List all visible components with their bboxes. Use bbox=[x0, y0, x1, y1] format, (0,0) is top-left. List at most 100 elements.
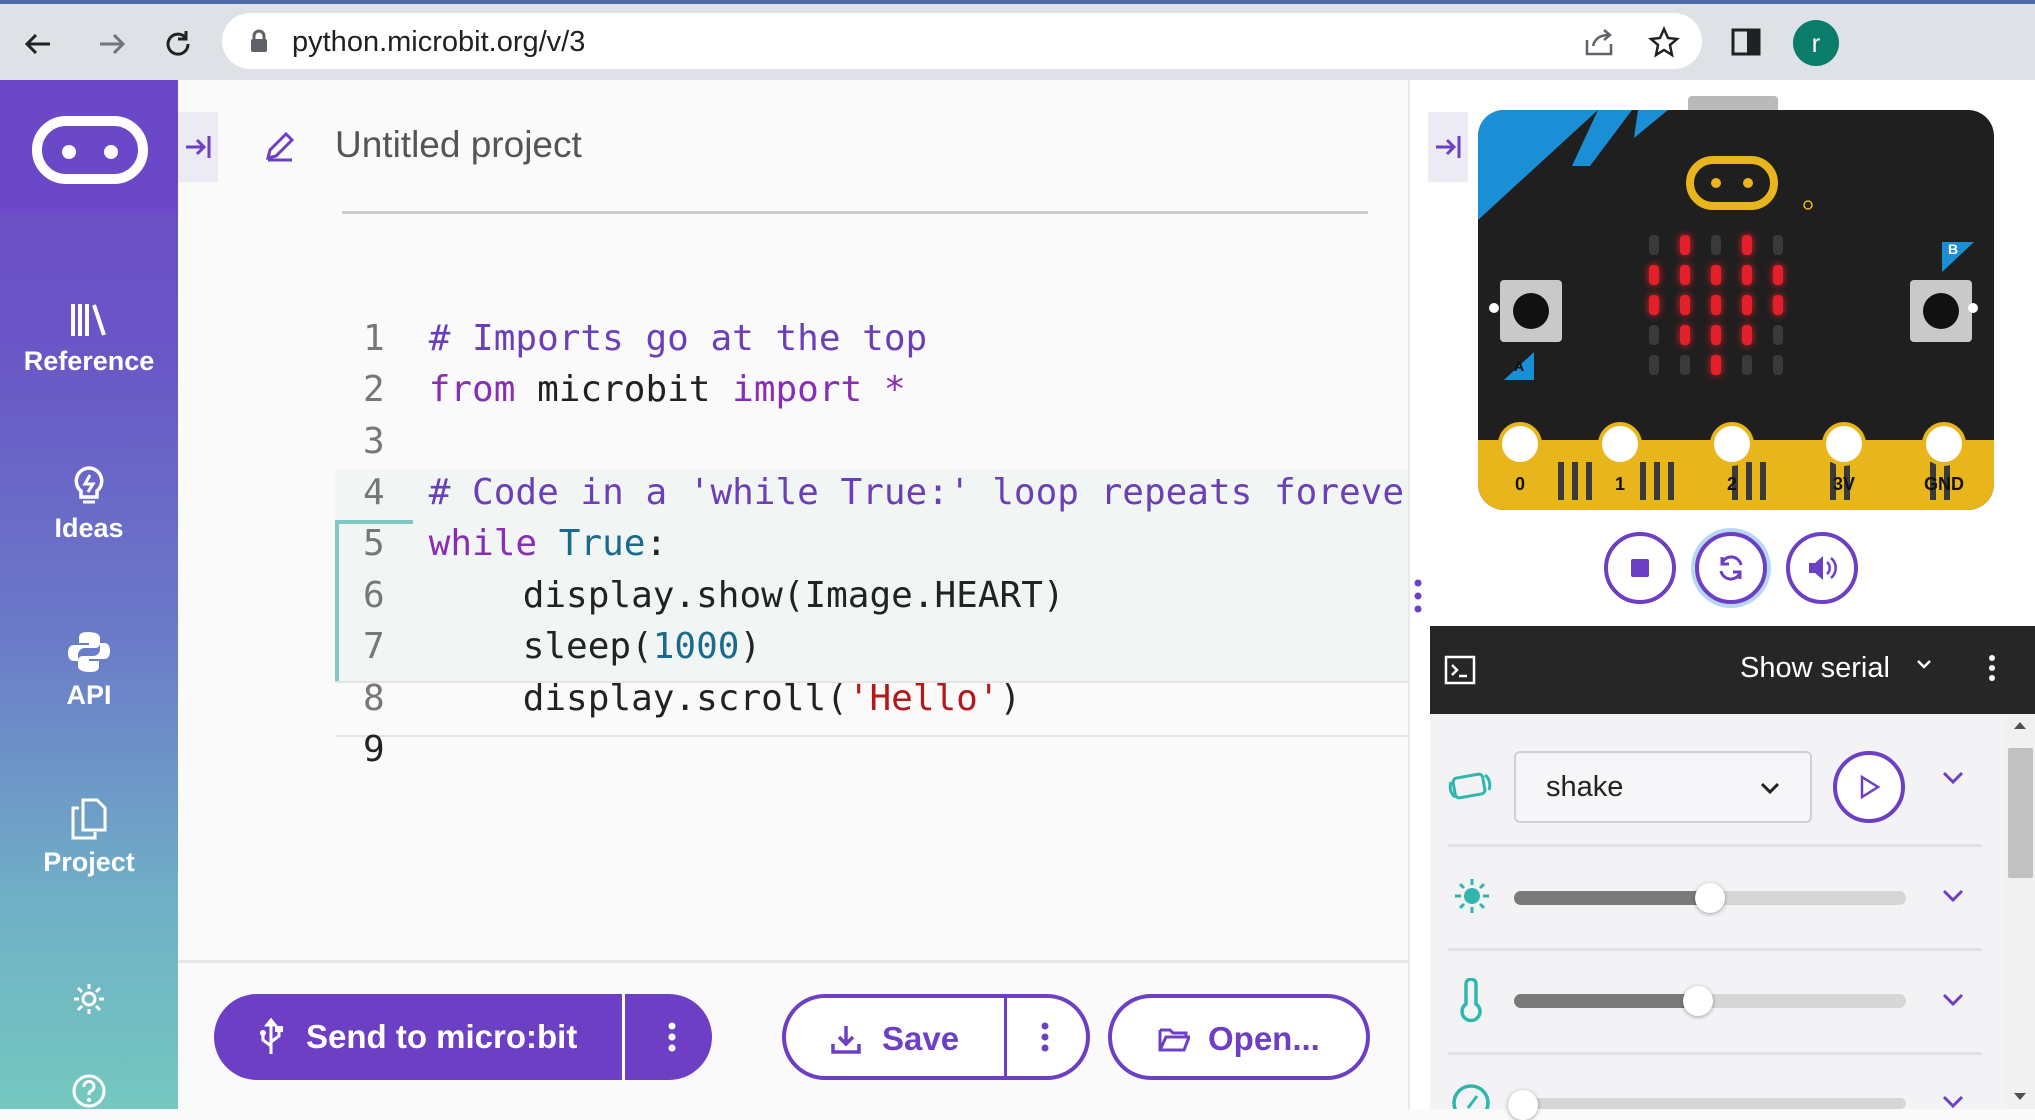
code-keyword: * bbox=[862, 369, 906, 410]
save-more-options-icon[interactable] bbox=[1003, 994, 1087, 1080]
led-off bbox=[1680, 355, 1690, 375]
expand-temperature-chevron-icon[interactable] bbox=[1940, 988, 1966, 1015]
light-level-slider[interactable] bbox=[1514, 883, 1906, 913]
forward-icon[interactable] bbox=[92, 24, 132, 64]
slider-thumb[interactable] bbox=[1695, 883, 1725, 913]
sidebar-item-ideas[interactable]: Ideas bbox=[0, 465, 178, 544]
stop-icon bbox=[1631, 559, 1649, 577]
led-on bbox=[1773, 265, 1783, 285]
expand-compass-chevron-icon[interactable] bbox=[1940, 1090, 1966, 1114]
share-icon[interactable] bbox=[1583, 26, 1615, 63]
collapse-sidebar-button[interactable] bbox=[178, 112, 218, 182]
back-icon[interactable] bbox=[18, 24, 58, 64]
light-level-sun-icon bbox=[1452, 876, 1492, 921]
help-icon[interactable] bbox=[71, 1073, 107, 1114]
slider-thumb[interactable] bbox=[1508, 1090, 1538, 1120]
refresh-icon bbox=[1719, 555, 1743, 581]
send-gesture-button[interactable] bbox=[1833, 751, 1905, 823]
led-on bbox=[1649, 295, 1659, 315]
show-serial-toggle[interactable]: Show serial bbox=[1740, 652, 1890, 685]
code-line: 9 bbox=[250, 669, 429, 770]
led-on bbox=[1680, 325, 1690, 345]
serial-bar bbox=[1430, 626, 2035, 714]
separator bbox=[1448, 1052, 1982, 1055]
microbit-board: A B 0 1 2 3V GND bbox=[1478, 110, 1994, 510]
led-on bbox=[1711, 325, 1721, 345]
chevron-down-icon bbox=[1760, 782, 1780, 795]
scroll-down-arrow-icon[interactable] bbox=[2012, 1090, 2028, 1108]
led-on bbox=[1711, 295, 1721, 315]
folder-open-icon bbox=[1158, 1028, 1190, 1052]
code-string: 'Hello' bbox=[847, 678, 1000, 719]
edit-name-pencil-icon[interactable] bbox=[264, 130, 296, 167]
profile-avatar[interactable]: r bbox=[1793, 20, 1839, 66]
expand-gesture-chevron-icon[interactable] bbox=[1940, 766, 1966, 793]
microbit-logo[interactable] bbox=[32, 116, 148, 184]
pin-label: 1 bbox=[1614, 474, 1625, 494]
code-line: 8 display.scroll('Hello') bbox=[250, 618, 1021, 719]
thermometer-icon bbox=[1456, 977, 1486, 1029]
speaker-icon bbox=[1809, 556, 1837, 580]
sidebar-item-label: API bbox=[66, 680, 112, 710]
mute-simulator-button[interactable] bbox=[1786, 532, 1858, 604]
temperature-slider[interactable] bbox=[1514, 986, 1906, 1016]
slider-fill bbox=[1514, 994, 1699, 1008]
reload-icon[interactable] bbox=[158, 24, 198, 64]
pin-label: GND bbox=[1924, 474, 1964, 494]
sidebar bbox=[0, 80, 178, 1109]
led-matrix bbox=[1648, 230, 1828, 410]
open-button[interactable]: Open... bbox=[1108, 994, 1370, 1080]
bookmark-star-icon[interactable] bbox=[1648, 25, 1680, 63]
usb-icon bbox=[260, 1018, 283, 1054]
gesture-selected-value: shake bbox=[1546, 771, 1624, 803]
collapse-icon bbox=[186, 136, 211, 158]
python-icon bbox=[68, 632, 110, 672]
led-on bbox=[1711, 355, 1721, 375]
stop-simulator-button[interactable] bbox=[1604, 532, 1676, 604]
download-icon bbox=[831, 1026, 861, 1054]
gesture-select[interactable]: shake bbox=[1514, 751, 1812, 823]
serial-more-options-icon[interactable] bbox=[1988, 654, 1996, 687]
send-label: Send to micro:bit bbox=[306, 1018, 578, 1055]
code-text: ) bbox=[999, 678, 1022, 719]
reset-simulator-button[interactable] bbox=[1695, 532, 1767, 604]
collapse-simulator-button[interactable] bbox=[1428, 112, 1468, 182]
send-to-microbit-button[interactable]: Send to micro:bit bbox=[214, 994, 712, 1080]
led-off bbox=[1649, 355, 1659, 375]
sidebar-item-label: Reference bbox=[23, 346, 155, 376]
code-line: 3 bbox=[250, 361, 429, 462]
button-a-label: A bbox=[1514, 358, 1525, 374]
code-text: microbit bbox=[515, 369, 733, 410]
side-panel-icon[interactable] bbox=[1731, 28, 1761, 61]
code-line: 6 display.show(Image.HEART) bbox=[250, 515, 1065, 616]
compass-slider[interactable] bbox=[1508, 1090, 1906, 1120]
led-on bbox=[1680, 265, 1690, 285]
separator bbox=[1448, 844, 1982, 847]
led-on bbox=[1649, 265, 1659, 285]
drag-handle-icon[interactable] bbox=[1412, 578, 1424, 619]
project-name-input[interactable]: Untitled project bbox=[335, 124, 582, 166]
expand-light-chevron-icon[interactable] bbox=[1940, 884, 1966, 911]
scrollbar-thumb[interactable] bbox=[2008, 748, 2033, 878]
lock-icon bbox=[250, 29, 268, 58]
terminal-icon[interactable] bbox=[1444, 655, 1476, 690]
led-off bbox=[1711, 235, 1721, 255]
line-number: 9 bbox=[363, 729, 385, 770]
sidebar-item-reference[interactable]: Reference bbox=[0, 300, 178, 377]
save-label: Save bbox=[882, 1020, 960, 1057]
code-line: 5 while True: bbox=[250, 463, 667, 564]
send-more-options-icon[interactable] bbox=[632, 994, 712, 1080]
scroll-up-arrow-icon[interactable] bbox=[2012, 718, 2028, 736]
settings-gear-icon[interactable] bbox=[71, 981, 107, 1022]
sidebar-item-project[interactable]: Project bbox=[0, 797, 178, 878]
led-on bbox=[1742, 235, 1752, 255]
pin-label: 2 bbox=[1726, 474, 1737, 494]
led-on bbox=[1680, 235, 1690, 255]
led-on bbox=[1680, 295, 1690, 315]
led-on bbox=[1742, 295, 1752, 315]
chevron-down-icon[interactable] bbox=[1914, 654, 1934, 680]
sidebar-item-api[interactable]: API bbox=[0, 630, 178, 711]
led-off bbox=[1649, 325, 1659, 345]
led-off bbox=[1773, 355, 1783, 375]
send-divider bbox=[622, 994, 625, 1080]
